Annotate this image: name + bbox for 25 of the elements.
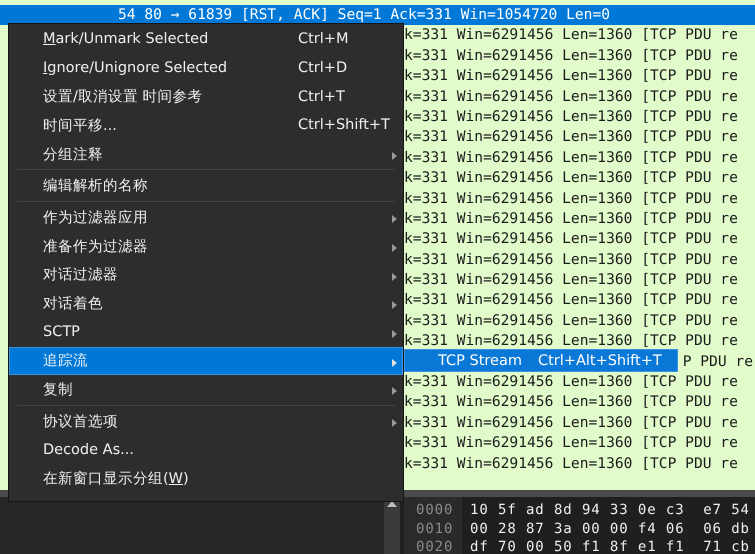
menu-item[interactable]: 准备作为过滤器: [9, 232, 403, 260]
up-arrow-icon[interactable]: [387, 501, 397, 507]
hex-offset: 0020: [416, 538, 454, 554]
hex-bytes: df 70 00 50 f1 8f e1 f1 71 cb: [470, 538, 750, 554]
hex-bytes: 00 28 87 3a 00 00 f4 06 06 db: [470, 520, 750, 538]
menu-item[interactable]: 作为过滤器应用: [9, 203, 403, 232]
menu-item[interactable]: 追踪流: [9, 346, 403, 376]
hex-bytes: 10 5f ad 8d 94 33 0e c3 e7 54: [470, 501, 750, 520]
menu-item[interactable]: 对话着色: [9, 289, 403, 318]
menu-item[interactable]: Mark/Unmark Selected Ctrl+M: [9, 25, 403, 54]
packet-row[interactable]: 54 80 → 61839 [RST, ACK] Seq=1 Ack=331 Win=1054720 Len=0: [0, 5, 755, 26]
menu-item[interactable]: 设置/取消设置 时间参考 Ctrl+T: [9, 82, 403, 112]
submenu-item[interactable]: TCP Stream Ctrl+Alt+Shift+T: [404, 349, 678, 372]
hex-offset: 0010: [416, 520, 454, 538]
menu-item[interactable]: 复制: [9, 375, 403, 404]
menu-item[interactable]: 时间平移... Ctrl+Shift+T: [9, 111, 403, 140]
hex-offset: 0000: [416, 501, 454, 520]
menu-item[interactable]: Decode As...: [9, 436, 403, 464]
menu-item[interactable]: Ignore/Unignore Selected Ctrl+D: [9, 54, 403, 82]
menu-item[interactable]: SCTP: [9, 318, 403, 347]
menu-item[interactable]: 编辑解析的名称: [9, 171, 403, 200]
menu-item[interactable]: 分组注释: [9, 140, 403, 168]
menu-item[interactable]: 在新窗口显示分组(W): [9, 464, 403, 493]
menu-item[interactable]: 对话过滤器: [9, 260, 403, 290]
menu-item[interactable]: 协议首选项: [9, 406, 403, 436]
